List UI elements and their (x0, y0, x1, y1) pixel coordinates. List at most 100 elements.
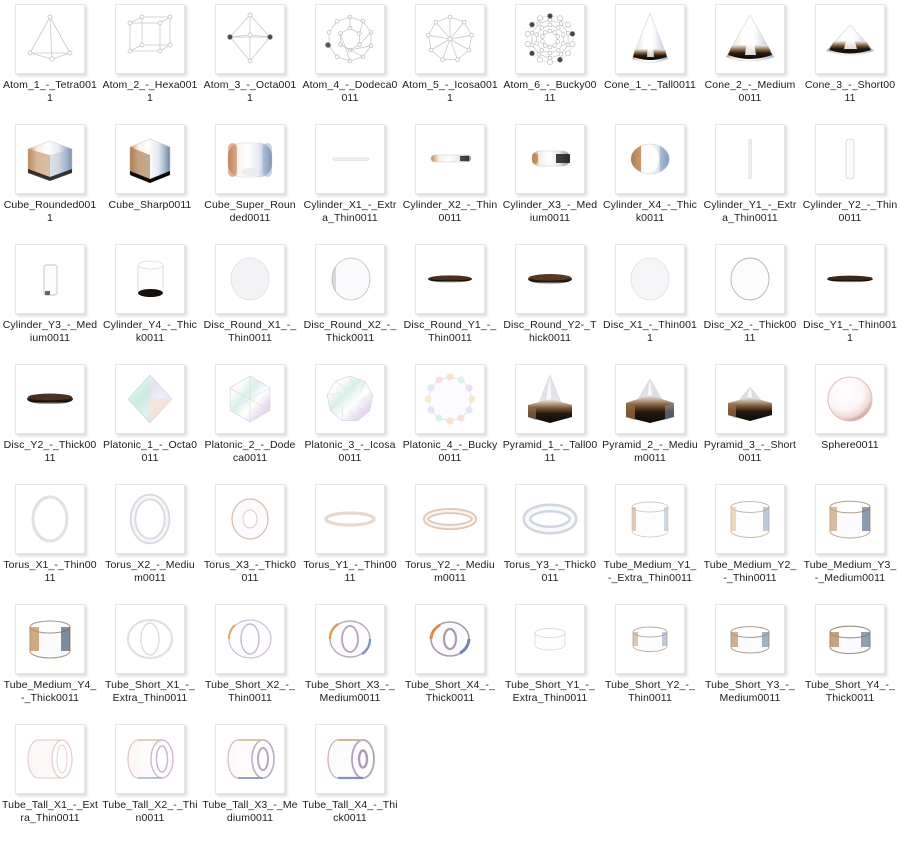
file-item[interactable]: Platonic_4_-_Bucky0011 (400, 360, 500, 480)
file-thumbnail[interactable] (615, 484, 685, 554)
file-item[interactable]: Tube_Tall_X1_-_Extra_Thin0011 (0, 720, 100, 840)
file-thumbnail[interactable] (415, 364, 485, 434)
file-item[interactable]: Pyramid_2_-_Medium0011 (600, 360, 700, 480)
file-item[interactable]: Tube_Short_X3_-_Medium0011 (300, 600, 400, 720)
file-thumbnail[interactable] (415, 124, 485, 194)
file-thumbnail[interactable] (515, 604, 585, 674)
file-item[interactable]: Torus_Y2_-_Medium0011 (400, 480, 500, 600)
file-thumbnail[interactable] (215, 364, 285, 434)
file-thumbnail[interactable] (115, 124, 185, 194)
file-item[interactable]: Tube_Medium_Y4_-_Thick0011 (0, 600, 100, 720)
file-thumbnail[interactable] (115, 484, 185, 554)
file-item[interactable]: Atom_5_-_Icosa0011 (400, 0, 500, 120)
file-thumbnail[interactable] (815, 364, 885, 434)
file-thumbnail[interactable] (315, 484, 385, 554)
file-thumbnail[interactable] (715, 124, 785, 194)
file-item[interactable]: Tube_Short_Y4_-_Thick0011 (800, 600, 900, 720)
file-thumbnail[interactable] (715, 604, 785, 674)
file-thumbnail[interactable] (815, 244, 885, 314)
file-item[interactable]: Pyramid_3_-_Short0011 (700, 360, 800, 480)
file-item[interactable]: Atom_6_-_Bucky0011 (500, 0, 600, 120)
file-thumbnail[interactable] (515, 364, 585, 434)
file-thumbnail[interactable] (315, 4, 385, 74)
file-item[interactable]: Atom_2_-_Hexa0011 (100, 0, 200, 120)
file-item[interactable]: Cylinder_X1_-_Extra_Thin0011 (300, 120, 400, 240)
file-item[interactable]: Disc_Round_Y2-_Thick0011 (500, 240, 600, 360)
file-thumbnail[interactable] (15, 484, 85, 554)
file-item[interactable]: Sphere0011 (800, 360, 900, 480)
file-item[interactable]: Platonic_3_-_Icosa0011 (300, 360, 400, 480)
file-thumbnail[interactable] (315, 244, 385, 314)
file-item[interactable]: Cylinder_Y1_-_Extra_Thin0011 (700, 120, 800, 240)
file-item[interactable]: Disc_X2_-_Thick0011 (700, 240, 800, 360)
file-item[interactable]: Torus_X2_-_Medium0011 (100, 480, 200, 600)
file-item[interactable]: Atom_3_-_Octa0011 (200, 0, 300, 120)
file-thumbnail[interactable] (115, 4, 185, 74)
file-thumbnail[interactable] (215, 4, 285, 74)
file-item[interactable]: Tube_Tall_X2_-_Thin0011 (100, 720, 200, 840)
file-item[interactable]: Tube_Medium_Y3_-_Medium0011 (800, 480, 900, 600)
file-item[interactable]: Cylinder_Y4_-_Thick0011 (100, 240, 200, 360)
file-thumbnail[interactable] (15, 244, 85, 314)
file-item[interactable]: Disc_Y2_-_Thick0011 (0, 360, 100, 480)
file-thumbnail[interactable] (15, 4, 85, 74)
file-item[interactable]: Cube_Rounded0011 (0, 120, 100, 240)
file-thumbnail[interactable] (315, 364, 385, 434)
file-thumbnail[interactable] (215, 124, 285, 194)
file-thumbnail[interactable] (715, 4, 785, 74)
file-item[interactable]: Torus_X1_-_Thin0011 (0, 480, 100, 600)
file-item[interactable]: Disc_Y1_-_Thin0011 (800, 240, 900, 360)
file-thumbnail[interactable] (715, 244, 785, 314)
file-item[interactable]: Pyramid_1_-_Tall0011 (500, 360, 600, 480)
file-item[interactable]: Cube_Super_Rounded0011 (200, 120, 300, 240)
file-thumbnail[interactable] (315, 724, 385, 794)
file-thumbnail[interactable] (15, 604, 85, 674)
file-thumbnail[interactable] (615, 124, 685, 194)
file-item[interactable]: Disc_Round_X1_-_Thin0011 (200, 240, 300, 360)
file-item[interactable]: Cone_1_-_Tall0011 (600, 0, 700, 120)
file-thumbnail[interactable] (515, 484, 585, 554)
file-item[interactable]: Torus_Y1_-_Thin0011 (300, 480, 400, 600)
file-thumbnail[interactable] (215, 604, 285, 674)
file-item[interactable]: Cylinder_X2_-_Thin0011 (400, 120, 500, 240)
file-thumbnail[interactable] (515, 4, 585, 74)
file-item[interactable]: Torus_Y3_-_Thick0011 (500, 480, 600, 600)
file-thumbnail[interactable] (15, 364, 85, 434)
file-thumbnail[interactable] (215, 484, 285, 554)
file-thumbnail[interactable] (515, 124, 585, 194)
file-item[interactable]: Cylinder_Y2_-_Thin0011 (800, 120, 900, 240)
file-thumbnail[interactable] (315, 124, 385, 194)
file-item[interactable]: Torus_X3_-_Thick0011 (200, 480, 300, 600)
file-thumbnail[interactable] (515, 244, 585, 314)
file-thumbnail[interactable] (15, 724, 85, 794)
file-item[interactable]: Disc_Round_Y1_-_Thin0011 (400, 240, 500, 360)
file-thumbnail[interactable] (715, 364, 785, 434)
file-thumbnail[interactable] (415, 4, 485, 74)
file-item[interactable]: Disc_Round_X2_-_Thick0011 (300, 240, 400, 360)
file-thumbnail[interactable] (115, 724, 185, 794)
file-item[interactable]: Atom_4_-_Dodeca0011 (300, 0, 400, 120)
file-thumbnail[interactable] (815, 4, 885, 74)
file-thumbnail[interactable] (15, 124, 85, 194)
file-thumbnail[interactable] (715, 484, 785, 554)
file-item[interactable]: Tube_Medium_Y1_-_Extra_Thin0011 (600, 480, 700, 600)
file-item[interactable]: Cylinder_Y3_-_Medium0011 (0, 240, 100, 360)
file-thumbnail[interactable] (215, 724, 285, 794)
file-item[interactable]: Tube_Short_X2_-_Thin0011 (200, 600, 300, 720)
file-thumbnail[interactable] (215, 244, 285, 314)
file-item[interactable]: Cube_Sharp0011 (100, 120, 200, 240)
file-item[interactable]: Cylinder_X4_-_Thick0011 (600, 120, 700, 240)
file-item[interactable]: Tube_Tall_X4_-_Thick0011 (300, 720, 400, 840)
file-thumbnail[interactable] (415, 244, 485, 314)
file-item[interactable]: Atom_1_-_Tetra0011 (0, 0, 100, 120)
file-thumbnail[interactable] (115, 604, 185, 674)
file-thumbnail[interactable] (315, 604, 385, 674)
file-thumbnail[interactable] (815, 484, 885, 554)
file-thumbnail[interactable] (815, 604, 885, 674)
file-thumbnail[interactable] (415, 484, 485, 554)
file-thumbnail[interactable] (615, 4, 685, 74)
file-thumbnail[interactable] (115, 244, 185, 314)
file-thumbnail[interactable] (615, 244, 685, 314)
file-item[interactable]: Cone_2_-_Medium0011 (700, 0, 800, 120)
file-item[interactable]: Cone_3_-_Short0011 (800, 0, 900, 120)
